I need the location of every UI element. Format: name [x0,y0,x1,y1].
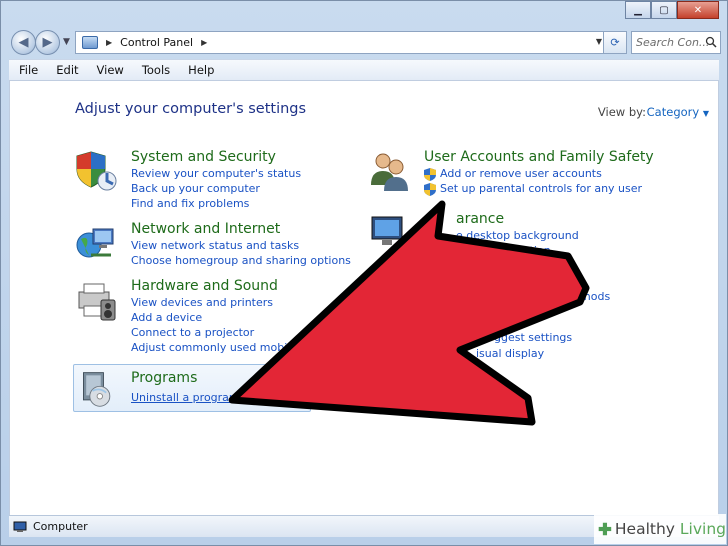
link-homegroup[interactable]: Choose homegroup and sharing options [131,254,351,267]
category-clock-language: k, Lang ion methods [368,268,688,308]
view-by-label: View by: [597,105,646,119]
category-title[interactable]: arance [456,211,504,227]
category-appearance: arance e desktop background screen resol… [368,211,688,261]
back-button[interactable]: ◀ [11,30,36,55]
link-back-up[interactable]: Back up your computer [131,182,260,195]
recent-pages-dropdown[interactable]: ▼ [63,37,70,47]
link-parental-controls[interactable]: Set up parental controls for any user [424,182,643,196]
menu-help[interactable]: Help [188,63,214,77]
chevron-down-icon: ▼ [702,109,709,118]
watermark-word2: Living [679,520,726,538]
category-ease-of-access: ggest settings isual display [368,331,688,371]
category-title-end[interactable]: ion [556,268,577,284]
link-desktop-background[interactable]: e desktop background [456,229,579,242]
menu-tools[interactable]: Tools [142,63,170,77]
menu-edit[interactable]: Edit [56,63,78,77]
link-uninstall-program[interactable]: Uninstall a program [131,391,240,404]
category-programs: Programs Uninstall a program [78,369,308,413]
category-title[interactable]: User Accounts and Family Safety [424,149,654,165]
menu-file[interactable]: File [19,63,38,77]
security-shield-icon[interactable] [75,149,119,193]
network-globe-icon[interactable] [75,221,119,265]
menu-view[interactable]: View [97,63,124,77]
programs-disc-icon[interactable] [78,369,118,409]
search-icon[interactable] [705,36,717,48]
users-icon[interactable] [368,149,412,193]
watermark: Healthy Living [594,514,726,544]
maximize-button[interactable]: ▢ [651,1,677,19]
view-by-dropdown[interactable]: Category ▼ [647,105,709,119]
menu-bar: File Edit View Tools Help [9,59,719,81]
link-input-methods[interactable]: methods [562,290,610,303]
category-system-security: System and Security Review your computer… [75,149,355,210]
search-input[interactable]: Search Con... [631,31,721,54]
link-devices-printers[interactable]: View devices and printers [131,296,273,309]
status-label: Computer [33,520,88,533]
breadcrumb-chevron-icon[interactable]: ▶ [106,38,112,47]
breadcrumb-control-panel[interactable]: Control Panel [120,36,193,49]
computer-icon [13,521,27,532]
category-hardware-sound: Hardware and Sound View devices and prin… [75,278,375,354]
minimize-button[interactable]: ▁ [625,1,651,19]
page-title: Adjust your computer's settings [75,101,307,117]
link-projector[interactable]: Connect to a projector [131,326,254,339]
forward-button[interactable]: ▶ [35,30,60,55]
category-title[interactable]: Network and Internet [131,221,280,237]
link-visual-display[interactable]: isual display [476,347,544,360]
control-panel-icon [82,36,98,49]
display-icon[interactable] [368,211,412,255]
address-dropdown-icon[interactable]: ▼ [596,37,602,46]
category-network-internet: Network and Internet View network status… [75,221,375,271]
category-title[interactable]: Programs [131,370,197,386]
control-panel-content: Adjust your computer's settings View by:… [9,81,719,515]
link-add-device[interactable]: Add a device [131,311,202,324]
category-title[interactable]: Hardware and Sound [131,278,278,294]
window-caption-buttons: ▁ ▢ ✕ [625,1,719,19]
view-by-value: Category [646,105,700,119]
breadcrumb-chevron-icon[interactable]: ▶ [201,38,207,47]
address-bar[interactable]: ▶ Control Panel ▶ ▼ [75,31,607,54]
link-text: Add or remove user accounts [440,167,602,180]
watermark-word1: Healthy [614,520,675,538]
control-panel-window: ▁ ▢ ✕ ◀ ▶ ▼ ▶ Control Panel ▶ ▼ ⟳ Search… [0,0,728,546]
printer-icon[interactable] [75,278,119,322]
category-title[interactable]: System and Security [131,149,276,165]
refresh-icon: ⟳ [610,36,620,49]
close-button[interactable]: ✕ [677,1,719,19]
category-user-accounts: User Accounts and Family Safety Add or r… [368,149,688,199]
link-suggest-settings[interactable]: ggest settings [494,331,572,344]
uac-shield-icon [424,168,436,181]
link-text: Set up parental controls for any user [440,182,643,195]
link-network-status[interactable]: View network status and tasks [131,239,299,252]
back-arrow-icon: ◀ [18,35,29,50]
search-placeholder: Search Con... [636,36,710,49]
link-screen-resolution[interactable]: screen resolution [456,244,551,257]
watermark-text: Healthy Living [615,520,726,538]
forward-arrow-icon: ▶ [42,35,53,50]
healthy-living-logo-icon [598,522,612,536]
category-title[interactable]: k, Lang [448,268,499,284]
navigation-bar: ◀ ▶ ▼ ▶ Control Panel ▶ ▼ ⟳ Search Con..… [9,29,721,57]
link-find-fix[interactable]: Find and fix problems [131,197,249,210]
refresh-button[interactable]: ⟳ [603,31,627,54]
link-add-remove-accounts[interactable]: Add or remove user accounts [424,167,602,181]
uac-shield-icon [424,183,436,196]
link-mobility[interactable]: Adjust commonly used mobility [131,341,304,354]
link-review-status[interactable]: Review your computer's status [131,167,301,180]
